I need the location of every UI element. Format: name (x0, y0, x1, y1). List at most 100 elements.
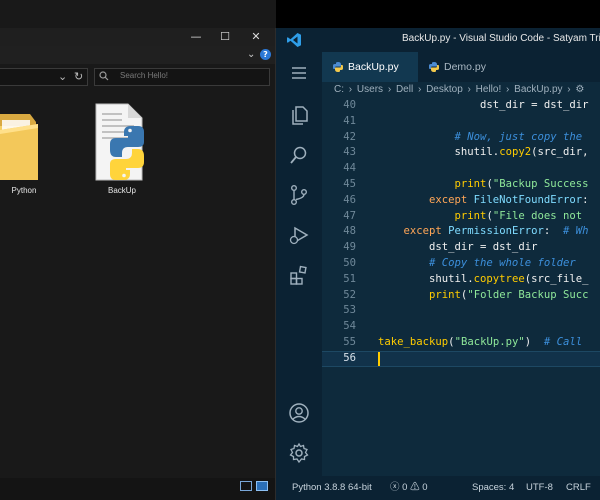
tab-backup-py[interactable]: BackUp.py (322, 52, 418, 82)
line-number: 45 (343, 178, 356, 190)
code-token: # Now, just copy the (378, 130, 583, 143)
code-token: print (378, 209, 487, 222)
code-token: # Copy the whole folder (378, 257, 583, 269)
breadcrumb-item[interactable]: Dell (396, 84, 413, 95)
chevron-right-icon: › (417, 84, 422, 95)
code-token: dst_dir = dst_dir (378, 99, 589, 111)
vscode-window: BackUp.py - Visual Studio Code - Satyam … (276, 28, 600, 500)
breadcrumb-symbol-icon[interactable]: ⚙ (575, 84, 584, 95)
code-token: shutil. (378, 146, 500, 159)
code-token: ) (524, 336, 544, 348)
python-file-icon (429, 62, 439, 73)
code-token: # Call (543, 336, 583, 348)
warning-count: 0 (422, 482, 428, 493)
code-token: "Folder Backup Succ (467, 288, 589, 301)
line-number: 55 (343, 336, 356, 348)
ribbon-expand-chevron-icon[interactable]: ⌄ (247, 47, 255, 63)
line-number: 51 (343, 272, 356, 285)
code-line[interactable]: 44 (322, 161, 600, 177)
code-line[interactable]: 51 shutil.copytree(src_file_ (322, 272, 600, 288)
search-icon (99, 71, 109, 81)
address-dropdown-chevron-icon[interactable]: ⌄ (58, 69, 67, 85)
menu-icon[interactable] (288, 62, 310, 84)
breadcrumb-item[interactable]: C: (334, 84, 344, 95)
code-token: "Backup Success (492, 178, 589, 190)
code-line[interactable]: 40 dst_dir = dst_dir (322, 98, 600, 114)
breadcrumb: C: › Users › Dell › Desktop › Hello! › B… (322, 82, 600, 98)
problems-status[interactable]: ⓧ 0 ⚠ 0 (390, 476, 428, 500)
chevron-right-icon: › (387, 84, 392, 95)
code-line[interactable]: 50 # Copy the whole folder (322, 256, 600, 272)
search-icon[interactable] (288, 144, 310, 166)
code-line[interactable]: 56 (322, 351, 600, 367)
line-number: 41 (343, 114, 356, 127)
vscode-logo-icon (287, 33, 301, 47)
refresh-icon[interactable]: ↻ (74, 69, 83, 85)
code-line[interactable]: 45 print("Backup Success (322, 177, 600, 193)
minimize-button[interactable]: — (184, 30, 208, 44)
tab-demo-py[interactable]: Demo.py (418, 52, 508, 82)
file-backup-py[interactable]: BackUp (82, 100, 162, 200)
breadcrumb-item[interactable]: Desktop (426, 84, 463, 95)
text-cursor (378, 351, 380, 366)
eol-status[interactable]: CRLF (566, 476, 591, 500)
source-control-icon[interactable] (288, 184, 310, 206)
code-text: dst_dir = dst_dir (378, 98, 588, 114)
extensions-icon[interactable] (288, 264, 310, 286)
explorer-files-icon[interactable] (288, 104, 310, 126)
breadcrumb-item[interactable]: Users (357, 84, 383, 95)
code-line[interactable]: 52 print("Folder Backup Succ (322, 288, 600, 304)
code-token: print (378, 288, 461, 301)
code-line[interactable]: 46 except FileNotFoundError: (322, 193, 600, 209)
python-file-icon (95, 103, 144, 181)
breadcrumb-item[interactable]: Hello! (476, 84, 502, 95)
folder-python[interactable]: Python (0, 100, 64, 200)
breadcrumb-item[interactable]: BackUp.py (514, 84, 562, 95)
encoding-status[interactable]: UTF-8 (526, 476, 553, 500)
status-bar: Python 3.8.8 64-bit ⓧ 0 ⚠ 0 Spaces: 4 UT… (276, 476, 600, 500)
code-line[interactable]: 43 shutil.copy2(src_dir, (322, 145, 600, 161)
code-text: print("Folder Backup Succ (378, 288, 589, 304)
large-icons-view-button[interactable] (256, 481, 268, 491)
gear-icon[interactable] (288, 442, 310, 464)
code-text: shutil.copy2(src_dir, (378, 145, 589, 161)
code-line[interactable]: 42 # Now, just copy the (322, 130, 600, 146)
close-button[interactable]: ✕ (244, 30, 268, 44)
line-number: 54 (343, 320, 356, 333)
code-text: # Now, just copy the (378, 130, 583, 146)
run-debug-icon[interactable] (288, 224, 310, 246)
code-token: copy2 (499, 146, 532, 159)
code-line[interactable]: 55 take_backup("BackUp.py") # Call (322, 335, 600, 351)
line-number: 52 (343, 288, 356, 301)
chevron-right-icon: › (467, 84, 471, 95)
code-line[interactable]: 47 print("File does not (322, 209, 600, 225)
code-token: except (378, 225, 449, 238)
maximize-button[interactable]: ☐ (213, 30, 237, 44)
code-editor[interactable]: 40 dst_dir = dst_dir 41 42 # Now, just cop… (322, 98, 600, 476)
indentation-status[interactable]: Spaces: 4 (472, 476, 514, 500)
code-line[interactable]: 54 (322, 319, 600, 335)
line-number: 46 (343, 193, 356, 206)
code-token: print (378, 178, 487, 190)
code-token: dst_dir = dst_dir (378, 241, 538, 254)
help-icon[interactable]: ? (260, 49, 271, 60)
code-token: "File does not (492, 209, 583, 222)
code-token: shutil. (378, 272, 474, 285)
account-icon[interactable] (288, 402, 310, 424)
code-line[interactable]: 41 (322, 114, 600, 130)
code-line[interactable]: 48 except PermissionError: # Wh (322, 224, 600, 240)
code-text: take_backup("BackUp.py") # Call (378, 335, 582, 351)
chevron-right-icon: › (567, 84, 571, 95)
chevron-right-icon: › (348, 84, 353, 95)
code-text: dst_dir = dst_dir (378, 240, 537, 256)
code-line[interactable]: 49 dst_dir = dst_dir (322, 240, 600, 256)
code-token: # Wh (562, 225, 589, 238)
python-interpreter-status[interactable]: Python 3.8.8 64-bit (292, 476, 372, 500)
details-view-button[interactable] (240, 481, 252, 491)
line-number: 49 (343, 241, 356, 254)
code-line[interactable]: 53 (322, 303, 600, 319)
tab-label: Demo.py (444, 61, 487, 73)
code-text: except PermissionError: # Wh (378, 224, 589, 240)
vscode-titlebar: BackUp.py - Visual Studio Code - Satyam … (276, 28, 600, 52)
python-file-icon (333, 62, 343, 73)
